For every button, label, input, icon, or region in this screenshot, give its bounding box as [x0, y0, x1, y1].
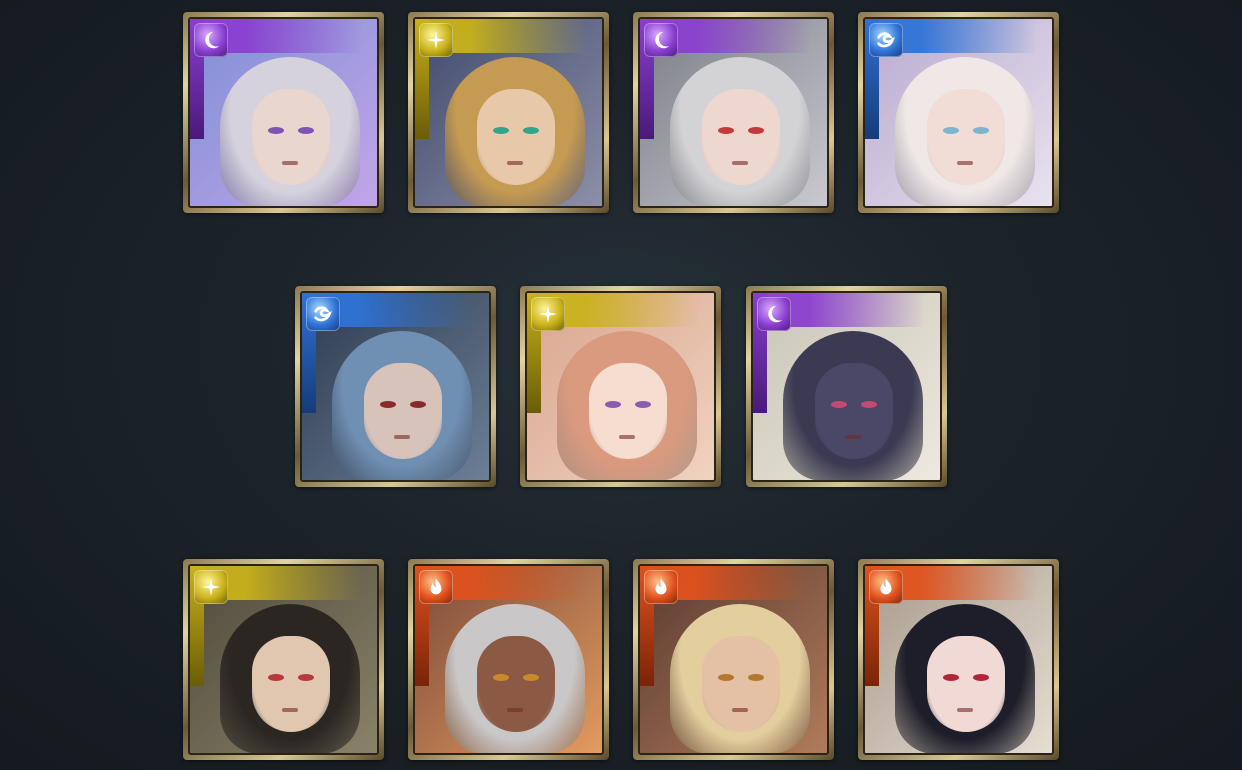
character-eye-left	[493, 127, 509, 134]
character-face	[477, 636, 555, 732]
character-mouth	[732, 708, 748, 712]
character-face	[477, 89, 555, 185]
flame-icon	[425, 576, 447, 598]
character-eye-right	[973, 127, 989, 134]
character-mouth	[732, 161, 748, 165]
character-mouth	[507, 161, 523, 165]
dark-element-badge	[757, 297, 791, 331]
character-eye-right	[298, 127, 314, 134]
card-frame	[413, 564, 604, 755]
character-eye-right	[635, 401, 651, 408]
light-element-badge	[531, 297, 565, 331]
character-eye-left	[831, 401, 847, 408]
fire-element-badge	[869, 570, 903, 604]
flame-icon	[650, 576, 672, 598]
character-mouth	[394, 435, 410, 439]
character-eye-right	[523, 127, 539, 134]
character-card[interactable]	[183, 12, 384, 213]
moon-icon	[763, 303, 785, 325]
dark-element-badge	[194, 23, 228, 57]
character-face	[364, 363, 442, 459]
wave-icon	[312, 303, 334, 325]
character-card[interactable]	[746, 286, 947, 487]
character-eye-right	[973, 674, 989, 681]
character-face	[702, 636, 780, 732]
character-eye-left	[268, 127, 284, 134]
character-eye-right	[748, 127, 764, 134]
character-face	[589, 363, 667, 459]
character-eye-left	[718, 127, 734, 134]
sparkle-icon	[200, 576, 222, 598]
card-frame	[300, 291, 491, 482]
sparkle-icon	[537, 303, 559, 325]
moon-icon	[200, 29, 222, 51]
character-eye-left	[943, 127, 959, 134]
character-card[interactable]	[408, 12, 609, 213]
wave-icon	[875, 29, 897, 51]
character-mouth	[282, 161, 298, 165]
character-mouth	[507, 708, 523, 712]
character-eye-left	[380, 401, 396, 408]
card-frame	[188, 17, 379, 208]
character-eye-left	[605, 401, 621, 408]
card-frame	[751, 291, 942, 482]
fire-element-badge	[419, 570, 453, 604]
water-element-badge	[869, 23, 903, 57]
card-frame	[638, 17, 829, 208]
character-eye-right	[748, 674, 764, 681]
character-mouth	[957, 708, 973, 712]
character-eye-right	[861, 401, 877, 408]
character-mouth	[845, 435, 861, 439]
water-element-badge	[306, 297, 340, 331]
character-face	[815, 363, 893, 459]
character-face	[252, 636, 330, 732]
character-card[interactable]	[633, 559, 834, 760]
fire-element-badge	[644, 570, 678, 604]
character-eye-left	[718, 674, 734, 681]
character-eye-right	[410, 401, 426, 408]
character-card[interactable]	[183, 559, 384, 760]
character-face	[927, 89, 1005, 185]
character-mouth	[619, 435, 635, 439]
character-card[interactable]	[858, 559, 1059, 760]
character-eye-left	[943, 674, 959, 681]
character-mouth	[282, 708, 298, 712]
character-face	[702, 89, 780, 185]
card-frame	[863, 17, 1054, 208]
card-frame	[525, 291, 716, 482]
character-card[interactable]	[633, 12, 834, 213]
moon-icon	[650, 29, 672, 51]
character-eye-right	[298, 674, 314, 681]
card-frame	[638, 564, 829, 755]
character-eye-right	[523, 674, 539, 681]
character-card[interactable]	[520, 286, 721, 487]
dark-element-badge	[644, 23, 678, 57]
character-card[interactable]	[408, 559, 609, 760]
character-eye-left	[493, 674, 509, 681]
card-frame	[863, 564, 1054, 755]
character-mouth	[957, 161, 973, 165]
sparkle-icon	[425, 29, 447, 51]
light-element-badge	[419, 23, 453, 57]
character-card[interactable]	[295, 286, 496, 487]
character-face	[927, 636, 1005, 732]
card-frame	[413, 17, 604, 208]
character-face	[252, 89, 330, 185]
light-element-badge	[194, 570, 228, 604]
character-card[interactable]	[858, 12, 1059, 213]
card-frame	[188, 564, 379, 755]
flame-icon	[875, 576, 897, 598]
character-eye-left	[268, 674, 284, 681]
